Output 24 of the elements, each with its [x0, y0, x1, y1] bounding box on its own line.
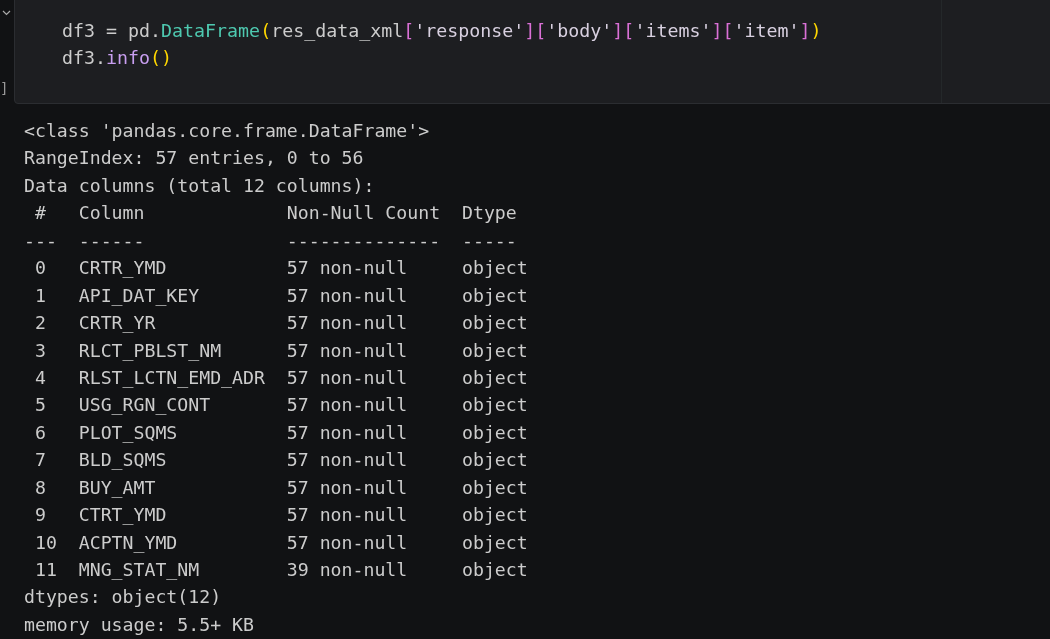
output-line: 8 BUY_AMT 57 non-null object: [33, 475, 528, 500]
output-line: 6 PLOT_SQMS 57 non-null object: [33, 420, 528, 445]
output-line: <class 'pandas.core.frame.DataFrame'>: [24, 119, 430, 143]
chevron-icon[interactable]: [2, 10, 11, 16]
output-line: 0 CRTR_YMD 57 non-null object: [33, 256, 528, 281]
code-line: df3 = pd.DataFrame(res_data_xml['response']['body']['items']['item']): [62, 19, 823, 43]
execution-count: ]: [0, 80, 9, 96]
output-line: 10 ACPTN_YMD 57 non-null object: [33, 530, 528, 555]
output-line: 4 RLST_LCTN_EMD_ADR 57 non-null object: [33, 365, 528, 390]
code-line: df3.info(): [62, 46, 174, 70]
output-line: # Column Non-Null Count Dtype: [33, 201, 518, 226]
output-line: 11 MNG_STAT_NM 39 non-null object: [33, 558, 528, 582]
output-line: --- ------ -------------- -----: [24, 228, 518, 253]
output-line: 9 CTRT_YMD 57 non-null object: [33, 503, 528, 528]
output-line: RangeIndex: 57 entries, 0 to 56: [24, 146, 364, 171]
output-line: 3 RLCT_PBLST_NM 57 non-null object: [33, 338, 528, 363]
output-line: Data columns (total 12 columns):: [24, 173, 375, 198]
output-line: 2 CRTR_YR 57 non-null object: [33, 311, 528, 336]
output-line: memory usage: 5.5+ KB: [24, 612, 254, 637]
output-line: 1 API_DAT_KEY 57 non-null object: [33, 283, 528, 308]
code-cell[interactable]: df3 = pd.DataFrame(res_data_xml['response']['body']['items']['item']) df3.info(): [14, 0, 1050, 104]
output-line: 5 USG_RGN_CONT 57 non-null object: [33, 393, 528, 418]
output-line: dtypes: object(12): [24, 585, 222, 610]
output-line: 7 BLD_SQMS 57 non-null object: [33, 448, 528, 473]
